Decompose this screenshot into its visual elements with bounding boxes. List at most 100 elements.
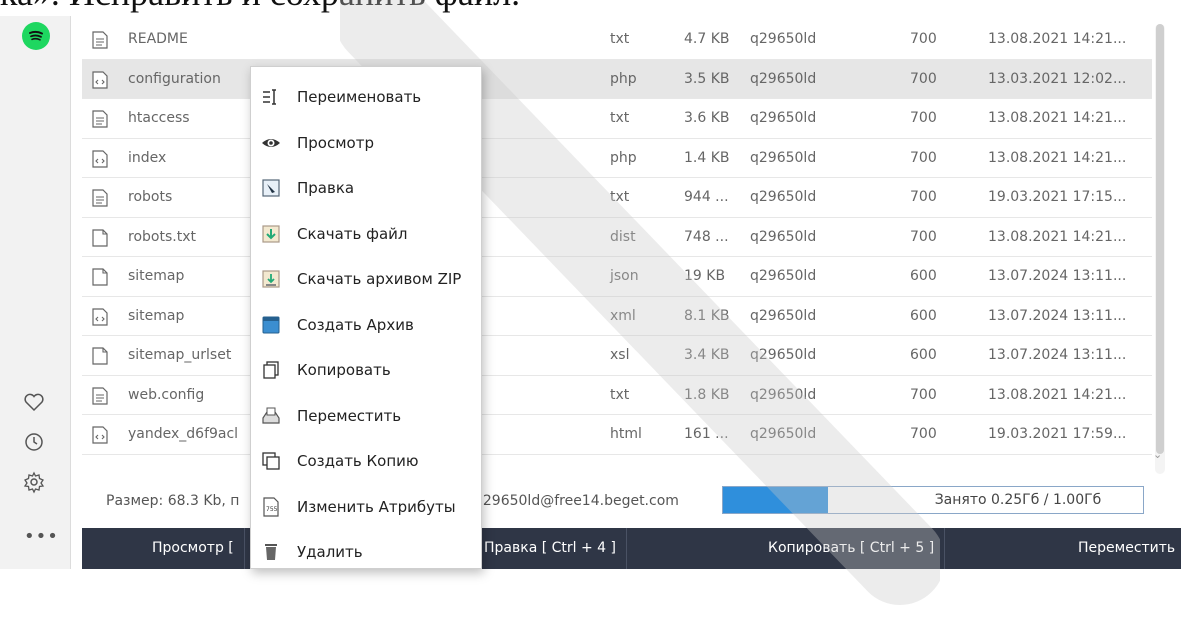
file-name: sitemap bbox=[128, 268, 185, 284]
eye-icon bbox=[261, 133, 281, 153]
menu-item-label: Удалить bbox=[297, 543, 363, 561]
file-permissions: 600 bbox=[910, 347, 937, 363]
file-ext: txt bbox=[610, 189, 630, 205]
context-menu: Переименовать Просмотр Правка Скачать файл С… bbox=[250, 66, 482, 569]
menu-item-trash[interactable]: Удалить bbox=[251, 532, 481, 570]
menu-item-eye[interactable]: Просмотр bbox=[251, 123, 481, 161]
code-file-icon bbox=[92, 307, 108, 326]
table-row[interactable]: sitemap xml 8.1 KB q29650ld 600 13.07.2024 13… bbox=[82, 297, 1152, 336]
table-row[interactable]: web.config txt 1.8 KB q29650ld 700 13.08.2021… bbox=[82, 376, 1152, 415]
file-date: 13.07.2024 13:11... bbox=[988, 347, 1127, 363]
view-button[interactable]: Просмотр [ bbox=[142, 528, 245, 569]
file-owner: q29650ld bbox=[750, 307, 817, 324]
file-name: robots bbox=[128, 189, 173, 205]
move-button[interactable]: Переместить bbox=[1068, 528, 1181, 569]
duplicate-icon bbox=[261, 451, 281, 471]
table-row[interactable]: yandex_d6f9acl html 161 ... q29650ld 700 19.0… bbox=[82, 415, 1152, 455]
table-row[interactable]: htaccess txt 3.6 KB q29650ld 700 13.08.2021 1… bbox=[82, 99, 1152, 139]
file-owner: q29650ld bbox=[750, 228, 817, 245]
file-size: 19 KB bbox=[684, 268, 726, 284]
file-owner: q29650ld bbox=[750, 31, 817, 47]
file-size: 1.8 KB bbox=[684, 386, 730, 403]
file-size: 4.7 KB bbox=[684, 31, 730, 47]
text-file-icon bbox=[92, 189, 108, 207]
menu-item-label: Правка bbox=[297, 179, 355, 197]
file-date: 19.03.2021 17:59... bbox=[988, 426, 1127, 442]
rename-icon bbox=[261, 87, 281, 107]
edit-button[interactable]: Правка [ Ctrl + 4 ] bbox=[474, 528, 628, 569]
clock-icon[interactable] bbox=[22, 430, 46, 454]
file-size: 3.5 KB bbox=[684, 70, 730, 87]
table-row[interactable]: robots.txt dist 748 ... q29650ld 700 13.08.20… bbox=[82, 218, 1152, 257]
file-permissions: 600 bbox=[910, 268, 937, 284]
table-row[interactable]: sitemap_urlset xsl 3.4 KB q29650ld 600 13.07.… bbox=[82, 336, 1152, 376]
vertical-scrollbar[interactable] bbox=[1155, 24, 1165, 474]
table-row[interactable]: sitemap json 19 KB q29650ld 600 13.07.2024 13… bbox=[82, 257, 1152, 297]
menu-item-copy[interactable]: Копировать bbox=[251, 350, 481, 388]
file-name: index bbox=[128, 149, 167, 166]
status-size: Размер: 68.3 Kb, п bbox=[106, 493, 240, 509]
archive-icon bbox=[261, 315, 281, 335]
file-permissions: 700 bbox=[910, 110, 937, 126]
menu-item-zip-download[interactable]: Скачать архивом ZIP bbox=[251, 259, 481, 297]
file-date: 13.08.2021 14:21... bbox=[988, 110, 1127, 126]
menu-item-attributes[interactable]: 755 Изменить Атрибуты bbox=[251, 487, 481, 525]
spotify-logo-icon[interactable] bbox=[22, 22, 50, 50]
zip-download-icon bbox=[261, 269, 281, 289]
trash-icon bbox=[261, 542, 281, 562]
file-permissions: 700 bbox=[910, 189, 937, 205]
menu-item-move[interactable]: Переместить bbox=[251, 396, 481, 434]
menu-item-label: Скачать архивом ZIP bbox=[297, 270, 462, 288]
quota-label: Занято 0.25Гб / 1.00Гб bbox=[934, 492, 1102, 508]
table-row[interactable]: index php 1.4 KB q29650ld 700 13.08.2021 14:2… bbox=[82, 139, 1152, 178]
file-permissions: 700 bbox=[910, 426, 937, 442]
file-size: 944 ... bbox=[684, 189, 729, 205]
file-ext: xsl bbox=[610, 347, 630, 363]
edit-icon bbox=[261, 178, 281, 198]
table-row[interactable]: robots txt 944 ... q29650ld 700 19.03.2021 17… bbox=[82, 178, 1152, 218]
copy-button[interactable]: Копировать [ Ctrl + 5 ] bbox=[758, 528, 946, 569]
gear-icon[interactable] bbox=[22, 470, 46, 494]
file-name: htaccess bbox=[128, 110, 190, 126]
file-owner: q29650ld bbox=[750, 268, 817, 284]
menu-item-label: Изменить Атрибуты bbox=[297, 497, 456, 516]
file-ext: json bbox=[610, 268, 639, 284]
download-icon bbox=[261, 224, 281, 244]
heart-icon[interactable] bbox=[22, 390, 46, 414]
file-name: yandex_d6f9acl bbox=[128, 426, 239, 442]
table-row[interactable]: README txt 4.7 KB q29650ld 700 13.08.2021 14:… bbox=[82, 20, 1152, 60]
text-file-icon bbox=[92, 110, 108, 128]
blank-file-icon bbox=[92, 268, 108, 286]
scroll-down-icon[interactable]: ⌄ bbox=[1153, 448, 1162, 461]
quota-fill bbox=[723, 487, 828, 513]
file-size: 3.6 KB bbox=[684, 110, 730, 126]
menu-item-label: Переместить bbox=[297, 406, 402, 425]
file-name: sitemap bbox=[128, 307, 185, 324]
text-file-icon bbox=[92, 386, 108, 405]
file-date: 13.03.2021 12:02... bbox=[988, 70, 1127, 87]
file-date: 13.08.2021 14:21... bbox=[988, 149, 1127, 166]
menu-item-edit[interactable]: Правка bbox=[251, 168, 481, 206]
file-owner: q29650ld bbox=[750, 149, 817, 166]
menu-item-label: Просмотр bbox=[297, 133, 374, 152]
file-permissions: 600 bbox=[910, 307, 937, 324]
status-user: q29650ld@free14.beget.com bbox=[474, 493, 679, 509]
file-name: web.config bbox=[128, 386, 205, 403]
file-name: configuration bbox=[128, 70, 221, 87]
file-ext: xml bbox=[610, 307, 636, 324]
menu-item-archive[interactable]: Создать Архив bbox=[251, 305, 481, 343]
table-row[interactable]: configuration php 3.5 KB q29650ld 700 13.03.2… bbox=[82, 59, 1152, 99]
file-ext: php bbox=[610, 70, 637, 87]
bottom-toolbar: Просмотр [ Правка [ Ctrl + 4 ] Копироват… bbox=[82, 528, 1181, 569]
menu-item-duplicate[interactable]: Создать Копию bbox=[251, 441, 481, 479]
menu-item-download[interactable]: Скачать файл bbox=[251, 214, 481, 252]
code-file-icon bbox=[92, 149, 108, 168]
menu-item-rename[interactable]: Переименовать bbox=[251, 77, 481, 115]
file-owner: q29650ld bbox=[750, 347, 817, 363]
file-name: sitemap_urlset bbox=[128, 347, 232, 363]
scrollbar-thumb[interactable] bbox=[1156, 24, 1164, 454]
top-caption: ка». Исправить и сохранить файл. bbox=[0, 0, 520, 16]
more-icon[interactable]: ••• bbox=[24, 526, 59, 547]
file-owner: q29650ld bbox=[750, 386, 817, 403]
menu-item-label: Создать Архив bbox=[297, 315, 414, 334]
